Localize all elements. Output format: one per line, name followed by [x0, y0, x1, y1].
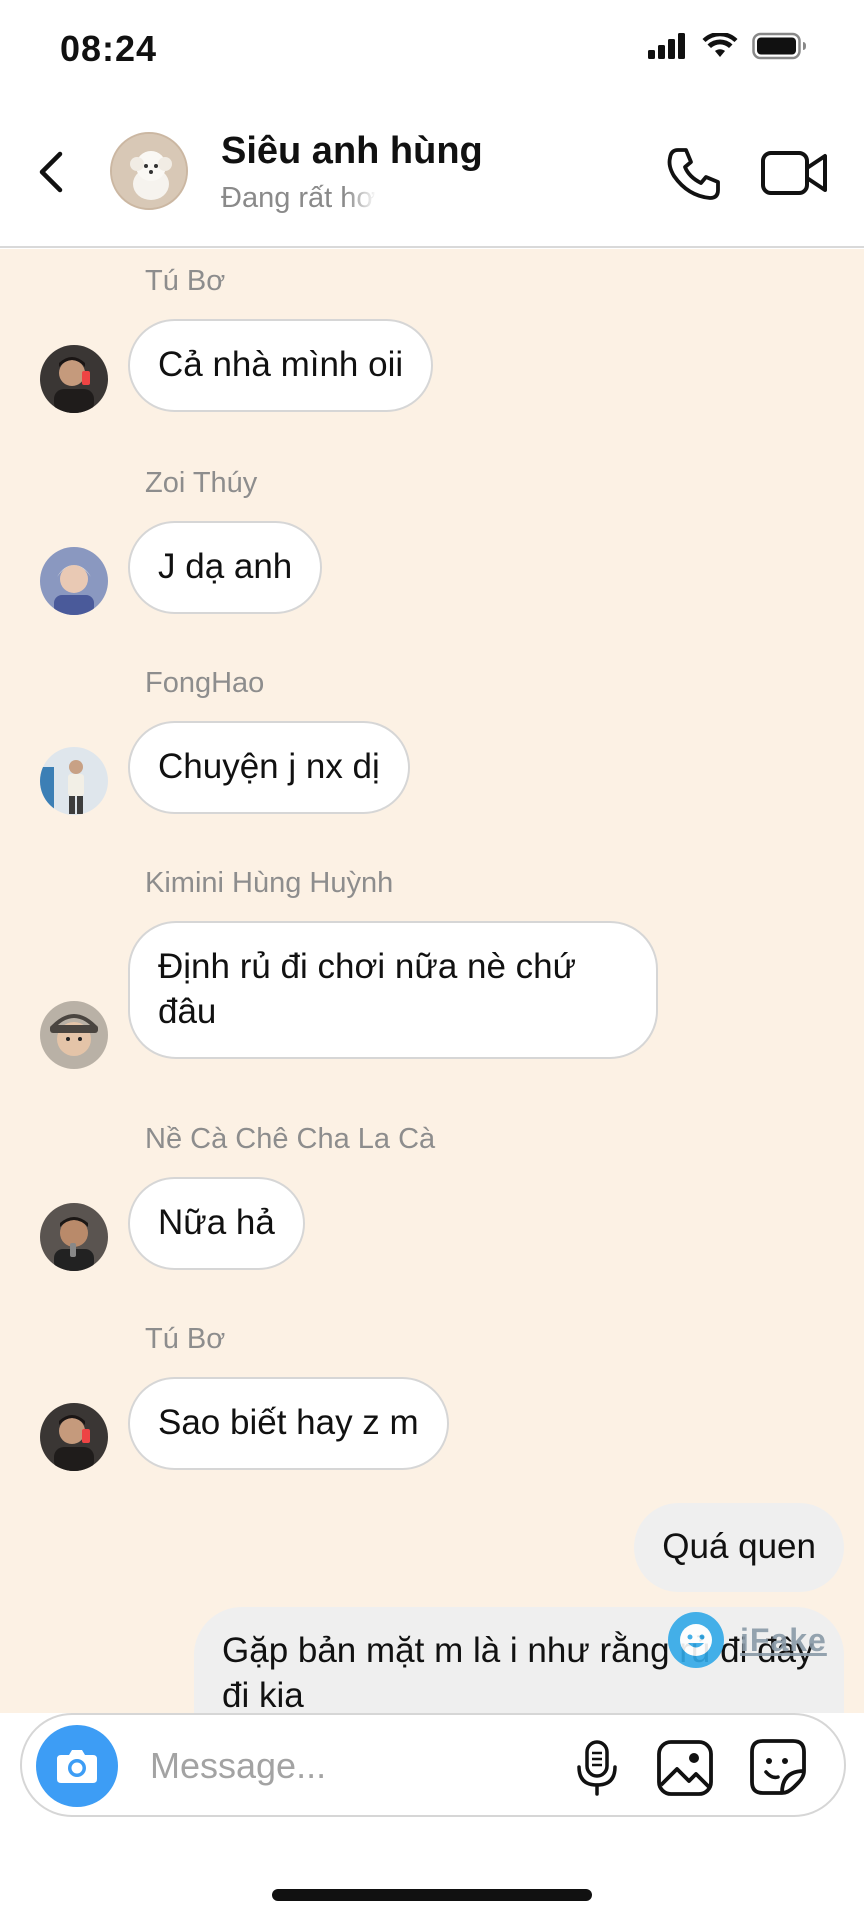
group-avatar[interactable] — [110, 132, 188, 210]
chat-status: Đang rất hơ — [221, 182, 376, 214]
status-icons — [648, 32, 808, 60]
camera-icon — [57, 1750, 97, 1783]
phone-icon — [667, 148, 720, 200]
message-bubble[interactable]: Nữa hả — [128, 1177, 305, 1270]
avatar[interactable] — [40, 1001, 108, 1069]
voice-call-button[interactable] — [664, 144, 724, 204]
avatar[interactable] — [40, 345, 108, 413]
sender-name: Zoi Thúy — [145, 467, 258, 499]
watermark-text: iFake — [740, 1621, 827, 1658]
video-camera-icon — [761, 151, 827, 195]
sticker-icon — [750, 1739, 806, 1795]
sender-name: Tú Bơ — [145, 265, 226, 297]
sticker-button[interactable] — [748, 1737, 808, 1797]
sender-name: Tú Bơ — [145, 1323, 226, 1355]
camera-button[interactable] — [36, 1725, 118, 1807]
voice-message-button[interactable] — [570, 1739, 624, 1797]
message-bubble[interactable]: Định rủ đi chơi nữa nè chứ đâu — [128, 921, 658, 1059]
message-bubble[interactable]: Sao biết hay z m — [128, 1377, 449, 1470]
back-icon — [39, 151, 63, 193]
message-bubble[interactable]: Chuyện j nx dị — [128, 721, 410, 814]
message-bubble[interactable]: J dạ anh — [128, 521, 323, 614]
chat-area[interactable]: Tú Bơ Cả nhà mình oii Zoi Thúy J dạ anh … — [0, 249, 864, 1713]
avatar[interactable] — [40, 1203, 108, 1271]
gallery-icon — [657, 1740, 713, 1796]
composer-bar — [20, 1713, 846, 1817]
avatar[interactable] — [40, 747, 108, 815]
gallery-button[interactable] — [656, 1739, 714, 1797]
composer — [0, 1713, 864, 1920]
sender-name: Nề Cà Chê Cha La Cà — [145, 1123, 436, 1155]
avatar[interactable] — [40, 1403, 108, 1471]
wifi-icon — [702, 33, 738, 57]
microphone-icon — [577, 1740, 617, 1796]
sender-name: FongHao — [145, 667, 265, 699]
message-bubble[interactable]: Cả nhà mình oii — [128, 319, 434, 412]
status-time: 08:24 — [60, 28, 158, 69]
back-button[interactable] — [30, 142, 70, 202]
sender-name: Kimini Hùng Huỳnh — [145, 867, 394, 899]
status-bar: 08:24 — [0, 0, 864, 100]
signal-icon — [648, 33, 685, 59]
video-call-button[interactable] — [760, 148, 828, 198]
chat-header: Siêu anh hùng Đang rất hơ — [0, 100, 864, 248]
outgoing-message-bubble[interactable]: Quá quen — [634, 1503, 844, 1592]
message-input[interactable] — [150, 1739, 550, 1793]
avatar[interactable] — [40, 547, 108, 615]
smile-icon — [668, 1612, 724, 1668]
chat-title[interactable]: Siêu anh hùng — [221, 130, 483, 173]
battery-icon — [752, 32, 806, 60]
puppy-avatar-icon — [112, 134, 186, 208]
ifake-watermark: iFake — [668, 1612, 827, 1668]
home-indicator[interactable] — [272, 1889, 592, 1901]
